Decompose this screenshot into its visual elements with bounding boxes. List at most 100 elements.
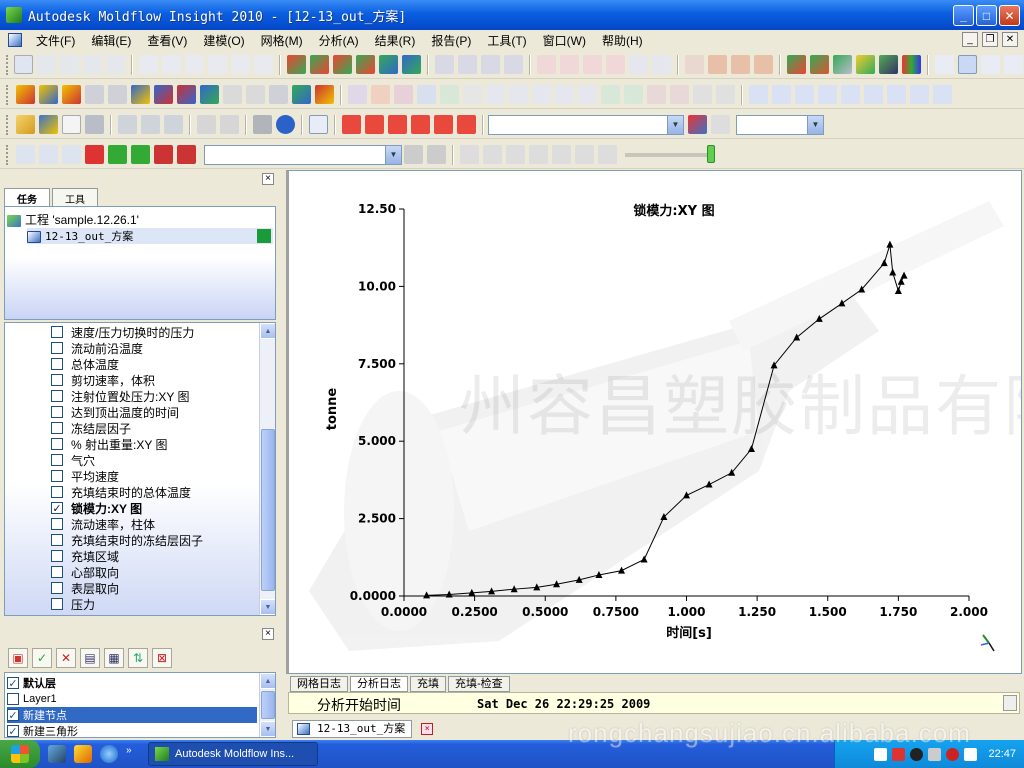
view-zoom-icon[interactable] [795, 85, 814, 104]
select-arrow-icon[interactable] [935, 55, 954, 74]
anim-prev-icon[interactable] [483, 145, 502, 164]
rotate-view-icon[interactable] [958, 55, 977, 74]
tray-security-icon[interactable] [946, 747, 960, 761]
arc-icon[interactable] [162, 55, 181, 74]
tool-swap-icon[interactable] [555, 85, 574, 104]
grid-icon[interactable] [685, 55, 704, 74]
redo-icon[interactable] [141, 115, 160, 134]
select-4-icon[interactable] [85, 145, 104, 164]
tab-analysis-log[interactable]: 分析日志 [350, 676, 408, 692]
view-search-icon[interactable] [864, 85, 883, 104]
tab-mesh-log[interactable]: 网格日志 [290, 676, 348, 692]
properties-icon[interactable] [220, 115, 239, 134]
section-icon[interactable] [606, 55, 625, 74]
result-checkbox[interactable] [51, 438, 63, 450]
tool-cone-icon[interactable] [371, 85, 390, 104]
entity-combo[interactable]: ▼ [488, 114, 684, 135]
layers-scrollbar[interactable]: ▲ ▼ [259, 673, 275, 737]
anim-first-icon[interactable] [460, 145, 479, 164]
menu-window[interactable]: 窗口(W) [535, 32, 594, 49]
tool-align-z-icon[interactable] [624, 85, 643, 104]
mesh-xml-icon[interactable] [246, 85, 265, 104]
mesh-view-icon[interactable] [154, 85, 173, 104]
line-icon[interactable] [139, 55, 158, 74]
tab-fill-check[interactable]: 充填-检查 [448, 676, 510, 692]
tray-network-icon[interactable] [874, 747, 888, 761]
region-hole-icon[interactable] [356, 55, 375, 74]
result-checkbox[interactable] [51, 374, 63, 386]
clean-layer-icon[interactable]: ⊠ [152, 648, 172, 668]
layer-row[interactable]: Layer1 [7, 691, 257, 707]
envelope-icon[interactable] [583, 55, 602, 74]
select-5-icon[interactable] [108, 145, 127, 164]
result-checkbox[interactable] [51, 422, 63, 434]
result-item[interactable]: 气穴 [51, 452, 95, 468]
expand-layer-icon[interactable]: ▦ [104, 648, 124, 668]
select-3-icon[interactable] [62, 145, 81, 164]
mold-icon[interactable] [787, 55, 806, 74]
symmetry-icon[interactable] [629, 55, 648, 74]
result-item[interactable]: 流动前沿温度 [51, 340, 143, 356]
internet-explorer-icon[interactable] [100, 745, 118, 763]
point-icon[interactable] [37, 55, 56, 74]
document-tab[interactable]: 12-13_out_方案 × [292, 720, 434, 738]
result-item[interactable]: 充填结束时的总体温度 [51, 484, 191, 500]
select-2-icon[interactable] [39, 145, 58, 164]
result-checkbox[interactable] [51, 550, 63, 562]
layer-row[interactable]: ✓ 默认层 [7, 675, 257, 691]
move-icon[interactable] [435, 55, 454, 74]
cube-red-6-icon[interactable] [457, 115, 476, 134]
region-boundary-icon[interactable] [333, 55, 352, 74]
result-checkbox[interactable] [51, 566, 63, 578]
tray-qq-icon[interactable] [910, 747, 924, 761]
measure-icon[interactable] [537, 55, 556, 74]
new-layer-icon[interactable]: ▣ [8, 648, 28, 668]
results-scrollbar[interactable]: ▲ ▼ [259, 323, 275, 615]
vector-icon[interactable] [83, 55, 102, 74]
delete-layer-icon[interactable]: ✕ [56, 648, 76, 668]
result-item[interactable]: 平均速度 [51, 468, 119, 484]
tool-pipe-icon[interactable] [463, 85, 482, 104]
result-item[interactable]: 表层取向 [51, 580, 119, 596]
assign-layer-icon[interactable]: ⇅ [128, 648, 148, 668]
tool-collapse-icon[interactable] [532, 85, 551, 104]
color-bar-icon[interactable] [902, 55, 921, 74]
anim-bounce-icon[interactable] [598, 145, 617, 164]
surface-icon[interactable] [287, 55, 306, 74]
menu-report[interactable]: 报告(P) [423, 32, 479, 49]
menu-analysis[interactable]: 分析(A) [311, 32, 367, 49]
project-node[interactable]: 工程 'sample.12.26.1' [7, 211, 139, 228]
result-item[interactable]: 压力 [51, 596, 95, 612]
result-checkbox[interactable] [51, 486, 63, 498]
tab-tools[interactable]: 工具 [52, 188, 98, 206]
rotate-icon[interactable] [458, 55, 477, 74]
region-icon[interactable] [310, 55, 329, 74]
baffle-icon[interactable] [833, 55, 852, 74]
tool-pin-icon[interactable] [394, 85, 413, 104]
query-icon[interactable] [560, 55, 579, 74]
mesh-layer-icon[interactable] [131, 85, 150, 104]
open-icon[interactable] [16, 115, 35, 134]
layers-scroll-up-icon[interactable]: ▲ [260, 673, 275, 689]
tray-volume-icon[interactable] [928, 747, 942, 761]
context-help-icon[interactable] [309, 115, 328, 134]
result-checkbox[interactable] [51, 342, 63, 354]
help-icon[interactable] [276, 115, 295, 134]
menu-help[interactable]: 帮助(H) [594, 32, 651, 49]
result-item[interactable]: 注射位置处压力:XY 图 [51, 388, 189, 404]
break-icon[interactable] [231, 55, 250, 74]
log-scroll-icon[interactable] [1003, 695, 1017, 711]
layers-scroll-down-icon[interactable]: ▼ [260, 721, 275, 737]
menu-view[interactable]: 查看(V) [139, 32, 195, 49]
layer-row[interactable]: ✓ 新建节点 [7, 707, 257, 723]
runner-icon[interactable] [731, 55, 750, 74]
menu-modeling[interactable]: 建模(O) [195, 32, 252, 49]
mdi-minimize-button[interactable]: _ [962, 32, 978, 47]
mesh-nwd-icon[interactable] [223, 85, 242, 104]
import-icon[interactable] [39, 115, 58, 134]
bubbler-icon[interactable] [856, 55, 875, 74]
insert-icon[interactable] [810, 55, 829, 74]
result-checkbox[interactable] [51, 326, 63, 338]
cool-icon[interactable] [708, 55, 727, 74]
result-item[interactable]: 充填区域 [51, 548, 119, 564]
